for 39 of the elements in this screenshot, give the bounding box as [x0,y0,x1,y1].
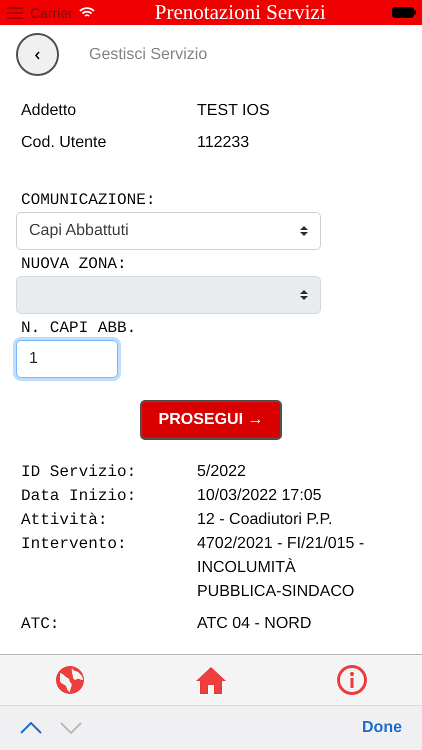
detail-label: Attività: [21,510,108,531]
info-icon [336,664,368,696]
field-label: COMUNICAZIONE: [20,190,156,211]
select-field[interactable]: Capi Abbattuti [16,212,321,250]
proceed-button[interactable]: PROSEGUI → [140,400,282,440]
detail-value: 4702/2021 - FI/21/015 - INCOLUMITÀ PUBBLICA-SINDACO [197,534,366,602]
info-value: 112233 [197,134,250,152]
tab-button[interactable] [194,665,227,695]
field-label: NUOVA ZONA: [20,254,128,275]
info-label: Cod. Utente [21,134,108,152]
info-label: Addetto [21,102,78,120]
back-button[interactable] [16,33,59,76]
detail-value: ATC 04 - NORD [197,614,312,634]
app-title: Prenotazioni Servizi [154,0,326,25]
detail-label: Data Inizio: [21,486,138,507]
updown-arrows-icon [300,289,308,301]
updown-arrows-icon [300,225,308,237]
detail-value: 10/03/2022 17:05 [197,486,323,506]
chevron-down-icon [60,722,82,734]
field-label: N. CAPI ABB. [20,318,138,339]
carrier-label: Carrier [30,4,73,20]
globe-icon [54,664,86,696]
detail-label: Intervento: [21,534,128,555]
detail-label: ATC: [21,614,60,635]
wifi-icon [78,6,95,18]
detail-value: 12 - Coadiutori P.P. [197,510,334,530]
home-icon [194,665,227,695]
info-value: TEST IOS [197,102,271,120]
chevron-left-icon [34,50,41,60]
detail-value: 5/2022 [197,462,247,482]
page-title: Gestisci Servizio [89,46,208,64]
detail-label: ID Servizio: [21,462,138,483]
number-input[interactable]: 1 [16,340,118,378]
battery-icon [392,7,416,18]
tab-button[interactable] [54,664,86,696]
tab-button[interactable] [336,664,368,696]
done-button[interactable]: Done [362,719,402,737]
previous-button[interactable] [20,722,42,734]
chevron-up-icon [20,722,42,734]
